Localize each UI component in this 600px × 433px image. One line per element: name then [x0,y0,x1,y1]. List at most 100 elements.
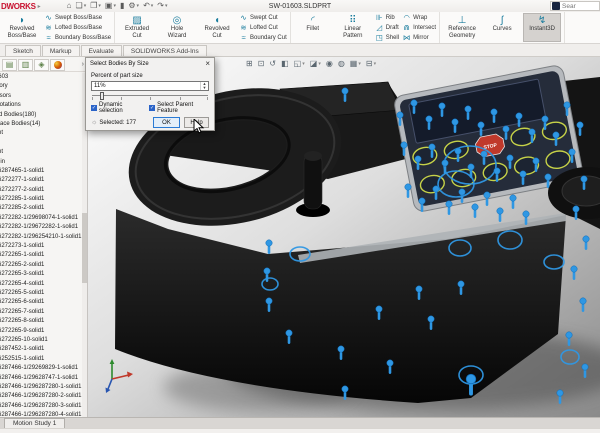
tree-item[interactable]: 6272282-1/29672282-1-solid1 [0,223,82,232]
spin-down-icon[interactable]: ▼ [201,86,208,90]
search-input[interactable]: Sear [562,3,576,10]
swept-boss-base-button[interactable]: ∿Swept Boss/Base [44,13,111,22]
tree-item[interactable]: Sensors [0,92,82,101]
tree-item[interactable]: 6272273-1-solid1 [0,242,82,251]
tree-item[interactable]: 6272265-2-solid1 [0,261,82,270]
save-icon[interactable]: ▣▾ [105,1,116,11]
tree-item[interactable]: 6287466-1/29628747-1-solid1 [0,374,82,383]
featuremanager-tree-tab[interactable]: ▤ [2,59,17,71]
extruded-cut-button[interactable]: ▨Extruded Cut [118,13,156,42]
revolved-boss-base-button[interactable]: ◗Revolved Boss/Base [3,13,41,42]
tree-item[interactable]: 6272282-1/296254210-1-solid1 [0,233,82,242]
swept-cut-button[interactable]: ∿Swept Cut [239,13,287,22]
section-view-icon[interactable]: ◧ [281,59,289,68]
slider-thumb[interactable] [100,92,104,100]
tree-item[interactable]: Right [0,148,82,157]
tree-item[interactable]: Origin [0,158,82,167]
tree-item[interactable]: Solid Bodies(180) [0,111,82,120]
tree-item[interactable]: 6287466-1/296287280-2-solid1 [0,392,82,401]
tab-sketch[interactable]: Sketch [5,45,41,56]
checkbox-checked-icon[interactable]: ✓ [149,105,155,111]
tree-item[interactable]: Front [0,129,82,138]
zoom-to-fit-icon[interactable]: ⊞ [246,59,253,68]
tree-item[interactable]: 6272277-2-solid1 [0,186,82,195]
draft-button[interactable]: ◿Draft [375,23,399,32]
spin-buttons[interactable]: ▲▼ [200,82,208,90]
new-document-icon[interactable]: ❏▾ [76,1,87,11]
propertymanager-tab[interactable]: ▥ [18,59,33,71]
tree-item[interactable]: 6272265-4-solid1 [0,280,82,289]
mirror-button[interactable]: ⋈Mirror [402,33,436,42]
tree-scrollbar-thumb[interactable] [82,213,87,283]
search-box[interactable]: Sear [550,1,600,11]
tree-item[interactable]: 6287452-1-solid1 [0,345,82,354]
tab-evaluate[interactable]: Evaluate [81,45,122,56]
displaymanager-tab[interactable] [50,59,65,71]
tree-item[interactable]: 6272282-1/29698074-1-solid1 [0,214,82,223]
revolved-cut-button[interactable]: ◖Revolved Cut [198,13,236,42]
select-parent-feature-checkbox[interactable]: ✓ Select Parent Feature [149,102,209,114]
percent-slider[interactable] [91,92,209,100]
tree-item[interactable]: 6287466-1/296287280-3-solid1 [0,402,82,411]
tree-item[interactable]: 6272265-8-solid1 [0,317,82,326]
tree-item[interactable]: 6272265-6-solid1 [0,298,82,307]
close-icon[interactable]: × [205,59,210,68]
hide-show-items-icon[interactable]: ◉ [326,59,333,68]
scene-icon[interactable]: ▦▾ [350,59,361,68]
appearances-icon[interactable]: ◍ [338,59,345,68]
shell-button[interactable]: ◳Shell [375,33,399,42]
rib-button[interactable]: ⊪Rib [375,13,399,22]
undo-icon[interactable]: ↶▾ [143,1,153,11]
tree-item[interactable]: 6272285-1-solid1 [0,195,82,204]
tree-item[interactable]: 6272277-1-solid1 [0,176,82,185]
tree-item[interactable]: 6287466-1/296287280-1-solid1 [0,383,82,392]
tree-item[interactable]: Annotations [0,101,82,110]
home-icon[interactable]: ⌂ [67,1,72,11]
tree-item[interactable]: 6272265-3-solid1 [0,270,82,279]
lofted-cut-button[interactable]: ≋Lofted Cut [239,23,287,32]
lofted-boss-base-button[interactable]: ≋Lofted Boss/Base [44,23,111,32]
fillet-button[interactable]: ◜Fillet [294,13,332,42]
tab-markup[interactable]: Markup [42,45,80,56]
reference-geometry-button[interactable]: ⊥Reference Geometry [443,13,481,42]
previous-view-icon[interactable]: ↺ [269,59,276,68]
checkbox-checked-icon[interactable]: ✓ [91,105,97,111]
dynamic-selection-checkbox[interactable]: ✓ Dynamic selection [91,102,142,114]
tree-item[interactable]: Surface Bodies(14) [0,120,82,129]
zoom-to-area-icon[interactable]: ⊡ [258,59,265,68]
tab-solidworks-add-ins[interactable]: SOLIDWORKS Add-Ins [123,45,207,56]
ok-button[interactable]: OK [153,117,180,128]
options-icon[interactable]: ⚙▾ [128,1,139,11]
dialog-title-bar[interactable]: Select Bodies By Size × [86,58,214,69]
tree-item[interactable]: 6272265-9-solid1 [0,327,82,336]
hole-wizard-button[interactable]: ◎Hole Wizard [158,13,196,42]
tree-item[interactable]: History [0,82,82,91]
motion-study-tab[interactable]: Motion Study 1 [4,418,65,428]
tree-item[interactable]: 6287465-1-solid1 [0,167,82,176]
tree-item[interactable]: 6252515-1-solid1 [0,355,82,364]
tree-item[interactable]: 6287466-1/29269829-1-solid1 [0,364,82,373]
wrap-button[interactable]: ◠Wrap [402,13,436,22]
redo-icon[interactable]: ↷▾ [157,1,167,11]
tree-item[interactable]: Top [0,139,82,148]
open-icon[interactable]: ❐▾ [90,1,101,11]
boundary-boss-base-button[interactable]: ≈Boundary Boss/Base [44,33,111,42]
boundary-cut-button[interactable]: ≈Boundary Cut [239,33,287,42]
percent-spinbox[interactable]: 11% ▲▼ [91,81,209,91]
tree-item[interactable]: 6272265-5-solid1 [0,289,82,298]
percent-value[interactable]: 11% [92,82,200,90]
help-button[interactable]: Help [184,117,209,128]
intersect-button[interactable]: ⋒Intersect [402,23,436,32]
display-style-icon[interactable]: ◪▾ [310,59,321,68]
curves-button[interactable]: ∫Curves [483,13,521,42]
menu-expand-arrow-icon[interactable]: ▸ [38,3,41,10]
configurationmanager-tab[interactable]: ◈ [34,59,49,71]
instant3d-button[interactable]: ↯Instant3D [523,13,561,42]
tree-item[interactable]: 6272285-2-solid1 [0,204,82,213]
tree-item[interactable]: 6272265-7-solid1 [0,308,82,317]
tree-item[interactable]: SW-01603 [0,73,82,82]
rebuild-icon[interactable]: ▮ [120,1,124,11]
tree-item[interactable]: 6272265-10-solid1 [0,336,82,345]
tree-item[interactable]: 6272265-1-solid1 [0,251,82,260]
view-orientation-icon[interactable]: ◱▾ [294,59,305,68]
